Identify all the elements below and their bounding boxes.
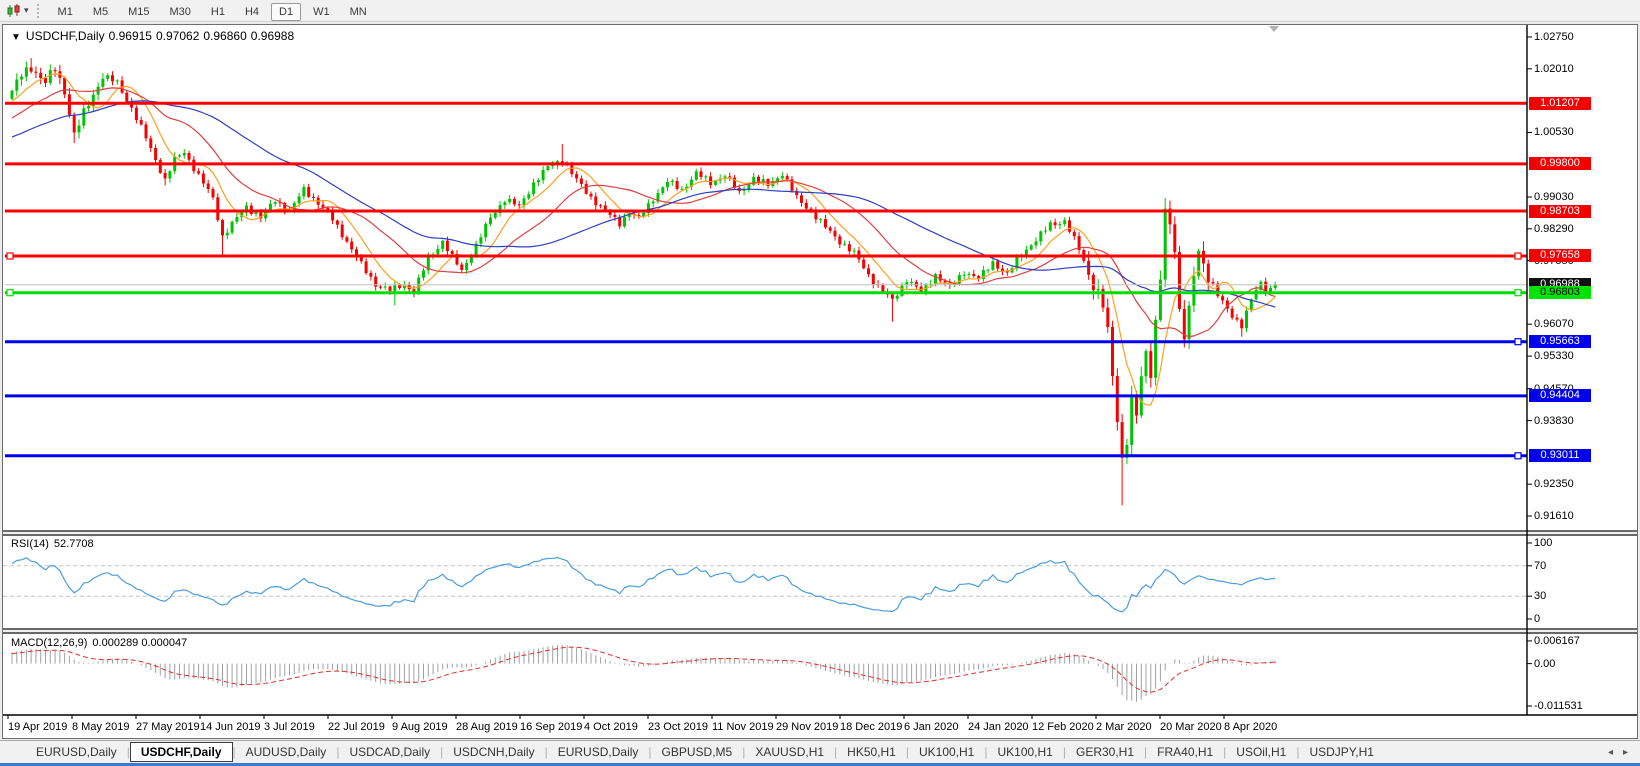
rsi-tick-label: 70 bbox=[1534, 560, 1547, 572]
tab-USOil-H1[interactable]: USOil,H1 bbox=[1226, 743, 1296, 761]
tab-UK100-H1[interactable]: UK100,H1 bbox=[909, 743, 984, 761]
chevron-down-icon: ▾ bbox=[24, 5, 29, 15]
date-label: 12 Feb 2020 bbox=[1032, 721, 1094, 733]
rsi-name: RSI(14) bbox=[11, 538, 49, 550]
price-tick-label: 0.96070 bbox=[1534, 318, 1574, 330]
macd-tick-label: 0.006167 bbox=[1534, 635, 1580, 647]
ohlc-low: 0.96860 bbox=[203, 29, 247, 43]
timeframe-D1[interactable]: D1 bbox=[271, 2, 302, 21]
tab-scroll-left-icon[interactable]: ◂ bbox=[1608, 747, 1613, 758]
timeframe-M1[interactable]: M1 bbox=[50, 3, 81, 21]
date-label: 9 Aug 2019 bbox=[392, 721, 448, 733]
chart-title: ▼ USDCHF,Daily 0.96915 0.97062 0.96860 0.9698… bbox=[11, 29, 298, 43]
tab-USDCAD-Daily[interactable]: USDCAD,Daily bbox=[339, 743, 440, 761]
tab-GER30-H1[interactable]: GER30,H1 bbox=[1066, 743, 1144, 761]
macd-tick-label: 0.00 bbox=[1534, 658, 1556, 670]
collapse-chart-icon[interactable]: ▼ bbox=[11, 32, 21, 43]
price-tick-label: 0.93830 bbox=[1534, 415, 1574, 427]
ohlc-close: 0.96988 bbox=[250, 29, 295, 43]
price-badge-0.96803: 0.96803 bbox=[1529, 286, 1591, 299]
price-tick-label: 0.91610 bbox=[1534, 510, 1574, 522]
tab-EURUSD-Daily[interactable]: EURUSD,Daily bbox=[548, 743, 649, 761]
chart-toolbar-button[interactable]: ▾ bbox=[3, 3, 33, 18]
price-badge-0.97658: 0.97658 bbox=[1529, 249, 1591, 262]
date-label: 23 Oct 2019 bbox=[648, 721, 708, 733]
ohlc-open: 0.96915 bbox=[108, 29, 152, 43]
rsi-tick-label: 0 bbox=[1534, 613, 1541, 625]
timeframe-buttons: M1 M5 M15 M30 H1 H4 D1 W1 MN bbox=[48, 2, 377, 21]
price-tick-label: 0.92350 bbox=[1534, 478, 1574, 490]
tab-GBPUSD-M5[interactable]: GBPUSD,M5 bbox=[652, 743, 743, 761]
date-label: 24 Jan 2020 bbox=[968, 721, 1029, 733]
date-label: 3 Jul 2019 bbox=[264, 721, 315, 733]
date-label: 14 Jun 2019 bbox=[200, 721, 261, 733]
date-label: 8 May 2019 bbox=[72, 721, 130, 733]
date-label: 28 Aug 2019 bbox=[456, 721, 518, 733]
price-tick-label: 0.95330 bbox=[1534, 350, 1574, 362]
tab-FRA40-H1[interactable]: FRA40,H1 bbox=[1147, 743, 1223, 761]
date-label: 27 May 2019 bbox=[136, 721, 200, 733]
rsi-tick-label: 30 bbox=[1534, 590, 1547, 602]
price-tick-label: 0.98290 bbox=[1534, 223, 1574, 235]
tab-USDCHF-Daily[interactable]: USDCHF,Daily bbox=[129, 742, 233, 762]
date-label: 18 Dec 2019 bbox=[840, 721, 903, 733]
timeframe-M15[interactable]: M15 bbox=[120, 3, 157, 21]
date-label: 16 Sep 2019 bbox=[520, 721, 583, 733]
timeframe-W1[interactable]: W1 bbox=[305, 3, 338, 21]
tab-HK50-H1[interactable]: HK50,H1 bbox=[837, 743, 906, 761]
date-label: 11 Nov 2019 bbox=[712, 721, 774, 733]
price-badge-0.98703: 0.98703 bbox=[1529, 205, 1591, 218]
chart-tabs: EURUSD,Daily | USDCHF,Daily | AUDUSD,Daily | U… bbox=[26, 742, 1384, 762]
timeframe-M5[interactable]: M5 bbox=[85, 3, 116, 21]
price-tick-label: 1.02750 bbox=[1534, 31, 1574, 43]
tab-scroll-nav: ◂ ▸ bbox=[1608, 747, 1640, 758]
chart-window: ▼ USDCHF,Daily 0.96915 0.97062 0.96860 0.9698… bbox=[2, 24, 1638, 739]
candlestick-chart-icon bbox=[7, 3, 20, 17]
date-label: 19 Apr 2019 bbox=[8, 721, 68, 733]
macd-indicator-label: MACD(12,26,9) 0.000289 0.000047 bbox=[11, 637, 192, 649]
tab-AUDUSD-Daily[interactable]: AUDUSD,Daily bbox=[236, 743, 337, 761]
tab-USDJPY-H1[interactable]: USDJPY,H1 bbox=[1299, 743, 1383, 761]
date-label: 2 Mar 2020 bbox=[1096, 721, 1152, 733]
macd-values: 0.000289 0.000047 bbox=[92, 637, 188, 649]
timeframe-H4[interactable]: H4 bbox=[237, 3, 267, 21]
price-badge-0.95663: 0.95663 bbox=[1529, 335, 1591, 348]
chart-overlay: ▼ USDCHF,Daily 0.96915 0.97062 0.96860 0.9698… bbox=[3, 25, 1637, 738]
date-label: 6 Jan 2020 bbox=[904, 721, 959, 733]
rsi-tick-label: 100 bbox=[1534, 537, 1553, 549]
price-badge-0.99800: 0.99800 bbox=[1529, 157, 1591, 170]
chart-tab-bar: EURUSD,Daily | USDCHF,Daily | AUDUSD,Daily | U… bbox=[0, 740, 1640, 763]
price-badge-0.93011: 0.93011 bbox=[1529, 449, 1591, 462]
price-tick-label: 0.99030 bbox=[1534, 191, 1574, 203]
timeframe-MN[interactable]: MN bbox=[342, 3, 375, 21]
symbol-period-label: USDCHF,Daily bbox=[25, 29, 105, 43]
timeframe-M30[interactable]: M30 bbox=[162, 3, 199, 21]
ohlc-high: 0.97062 bbox=[155, 29, 200, 43]
tab-EURUSD-Daily[interactable]: EURUSD,Daily bbox=[26, 743, 127, 761]
date-label: 8 Apr 2020 bbox=[1224, 721, 1278, 733]
price-tick-label: 1.02010 bbox=[1534, 63, 1574, 75]
tab-XAUUSD-H1[interactable]: XAUUSD,H1 bbox=[745, 743, 834, 761]
tab-scroll-right-icon[interactable]: ▸ bbox=[1623, 747, 1628, 758]
date-label: 29 Nov 2019 bbox=[776, 721, 839, 733]
date-label: 22 Jul 2019 bbox=[328, 721, 385, 733]
price-badge-0.94404: 0.94404 bbox=[1529, 389, 1591, 402]
toolbar-grip bbox=[36, 3, 41, 18]
rsi-indicator-label: RSI(14) 52.7708 bbox=[11, 538, 99, 550]
price-tick-label: 1.00530 bbox=[1534, 126, 1574, 138]
tab-USDCNH-Daily[interactable]: USDCNH,Daily bbox=[443, 743, 544, 761]
rsi-value: 52.7708 bbox=[53, 538, 94, 550]
price-badge-1.01207: 1.01207 bbox=[1529, 97, 1591, 110]
tab-UK100-H1[interactable]: UK100,H1 bbox=[987, 743, 1062, 761]
macd-name: MACD(12,26,9) bbox=[11, 637, 88, 649]
macd-tick-label: -0.011531 bbox=[1534, 700, 1583, 712]
date-label: 20 Mar 2020 bbox=[1160, 721, 1222, 733]
timeframe-toolbar: ▾ M1 M5 M15 M30 H1 H4 D1 W1 MN bbox=[0, 0, 1640, 22]
date-label: 4 Oct 2019 bbox=[584, 721, 638, 733]
timeframe-H1[interactable]: H1 bbox=[203, 3, 233, 21]
